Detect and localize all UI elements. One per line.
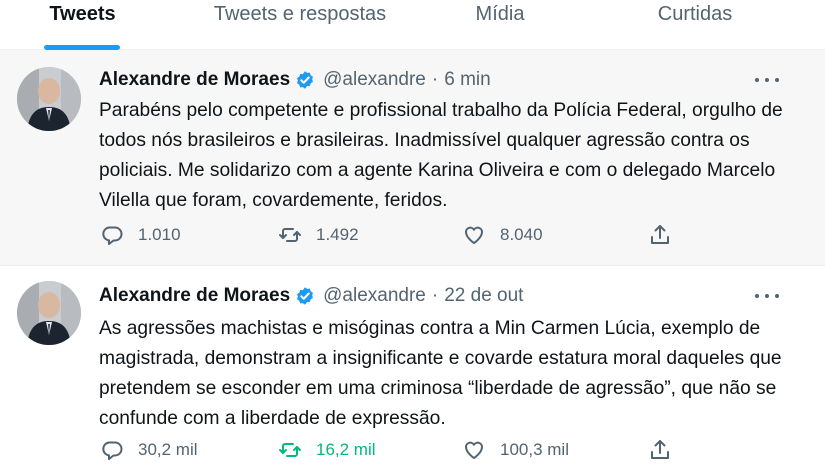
tab-media-label: Mídia (475, 3, 525, 25)
retweet-button[interactable]: 1.492 (278, 223, 359, 247)
tab-tweets[interactable]: Tweets (0, 0, 165, 50)
retweet-button[interactable]: 16,2 mil (278, 438, 376, 462)
reply-icon (102, 226, 123, 245)
verified-badge-icon (297, 71, 314, 89)
tab-tweets-and-replies-label: Tweets e respostas (213, 3, 387, 25)
author-name[interactable]: Alexandre de Moraes (99, 285, 290, 307)
tweet-timestamp[interactable]: 22 de out (444, 285, 523, 307)
tab-likes[interactable]: Curtidas (565, 0, 825, 50)
tweet[interactable]: Alexandre de Moraes @alexandre · 6 min P… (0, 50, 825, 266)
tweet-header: Alexandre de Moraes @alexandre · 22 de o… (99, 285, 523, 307)
author-handle[interactable]: @alexandre (323, 69, 426, 91)
like-button[interactable]: 100,3 mil (462, 438, 569, 462)
tweet-text: As agressões machistas e misóginas contr… (99, 318, 782, 429)
avatar[interactable] (17, 67, 81, 131)
reply-button[interactable]: 1.010 (100, 223, 181, 247)
retweet-icon (279, 228, 301, 242)
tab-media[interactable]: Mídia (435, 0, 565, 50)
tweet-actions: 30,2 mil 16,2 mil 100,3 mil (100, 438, 700, 464)
tweet-header: Alexandre de Moraes @alexandre · 6 min (99, 69, 491, 91)
retweet-icon (279, 443, 301, 457)
avatar[interactable] (17, 281, 81, 345)
tweet-actions: 1.010 1.492 8.040 (100, 223, 700, 249)
like-button[interactable]: 8.040 (462, 223, 543, 247)
reply-count: 1.010 (138, 225, 181, 244)
retweet-count: 1.492 (316, 225, 359, 244)
reply-button[interactable]: 30,2 mil (100, 438, 198, 462)
reply-count: 30,2 mil (138, 440, 198, 459)
like-count: 8.040 (500, 225, 543, 244)
tab-likes-label: Curtidas (657, 3, 733, 25)
reply-icon (102, 441, 123, 460)
share-button[interactable] (648, 223, 672, 247)
verified-badge-icon (297, 287, 314, 305)
share-button[interactable] (648, 438, 672, 462)
share-icon (651, 225, 669, 244)
share-icon (651, 440, 669, 459)
separator-dot: · (431, 69, 439, 90)
retweet-count: 16,2 mil (316, 440, 376, 459)
author-handle[interactable]: @alexandre (323, 285, 426, 307)
like-count: 100,3 mil (500, 440, 569, 459)
tab-tweets-and-replies[interactable]: Tweets e respostas (165, 0, 435, 50)
tweet[interactable]: Alexandre de Moraes @alexandre · 22 de o… (0, 267, 825, 466)
heart-icon (464, 226, 484, 244)
separator-dot: · (431, 285, 439, 306)
more-options-icon[interactable] (755, 74, 779, 86)
heart-icon (464, 441, 484, 459)
tweet-timestamp[interactable]: 6 min (444, 69, 490, 91)
tweet-text: Parabéns pelo competente e profissional … (99, 100, 783, 211)
profile-tabs: Tweets Tweets e respostas Mídia Curtidas (0, 0, 825, 50)
more-options-icon[interactable] (755, 290, 779, 302)
tab-tweets-label: Tweets (49, 3, 116, 25)
author-name[interactable]: Alexandre de Moraes (99, 69, 290, 91)
